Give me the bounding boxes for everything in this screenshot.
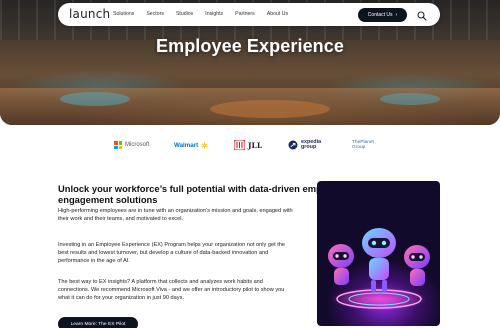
intro-paragraph: High-performing employees are in tune wi…: [58, 208, 293, 223]
nav-link-insights[interactable]: Insights: [205, 11, 223, 17]
page-title: Employee Experience: [156, 36, 344, 56]
walmart-logo: Walmart: [174, 136, 208, 154]
walmart-wordmark: Walmart: [174, 141, 199, 149]
the-planet-group-logo: ThePlanet Group: [352, 136, 374, 154]
contact-us-button[interactable]: Contact Us ›: [358, 8, 407, 22]
contact-us-label: Contact Us: [367, 12, 393, 18]
microsoft-wordmark: Microsoft: [125, 142, 150, 148]
jll-stripes-icon: [234, 140, 245, 150]
expedia-circle-icon: [288, 140, 298, 150]
nav-link-sectors[interactable]: Sectors: [146, 11, 164, 17]
chevron-right-icon: ›: [395, 12, 398, 18]
platform-paragraph: The best way to EX insights? A platform …: [58, 279, 285, 302]
expedia-group-logo: expedia group: [288, 136, 321, 154]
nav-link-partners[interactable]: Partners: [235, 11, 255, 17]
expedia-group-wordmark: group: [301, 144, 317, 150]
robots-image: [328, 228, 430, 311]
search-icon[interactable]: [416, 9, 428, 21]
nav-link-solutions[interactable]: Solutions: [113, 11, 134, 17]
jll-logo: JLL: [234, 136, 262, 154]
microsoft-grid-icon: [114, 141, 122, 149]
microsoft-logo: Microsoft: [114, 136, 149, 154]
investment-paragraph: Investing in an Employee Experience (EX)…: [58, 242, 285, 265]
nav-links: Solutions Sectors Studios Insights Partn…: [113, 11, 300, 17]
robots-illustration: [317, 181, 440, 326]
learn-more-button[interactable]: Learn More: The EX Pilot: [58, 317, 138, 328]
section-heading: Unlock your workforce’s full potential w…: [58, 183, 346, 205]
nav-link-about[interactable]: About Us: [267, 11, 288, 17]
partner-logos: Microsoft Walmart JLL expedia group TheP…: [0, 136, 500, 154]
planet-group-wordmark: Group: [352, 145, 366, 150]
brand-logo[interactable]: launch: [69, 7, 110, 21]
top-nav: launch Solutions Sectors Studios Insight…: [58, 3, 440, 26]
nav-link-studios[interactable]: Studios: [176, 11, 193, 17]
walmart-spark-icon: [201, 141, 208, 149]
jll-wordmark: JLL: [248, 140, 263, 150]
